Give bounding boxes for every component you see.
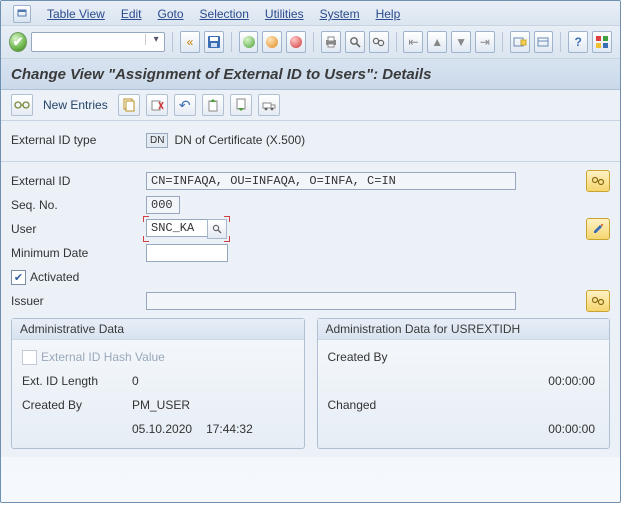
menu-goto[interactable]: Goto — [158, 7, 184, 21]
divider — [1, 161, 620, 162]
user-field-focus — [146, 219, 227, 239]
created-by-label: Created By — [22, 398, 132, 412]
nav-exit-icon[interactable] — [262, 31, 282, 53]
created-by-value: PM_USER — [132, 398, 190, 412]
prev-page-icon[interactable]: ▲ — [427, 31, 447, 53]
min-date-label: Minimum Date — [11, 246, 146, 260]
panels: Administrative Data External ID Hash Val… — [11, 318, 610, 449]
separator — [172, 32, 173, 52]
new-session-icon[interactable] — [510, 31, 530, 53]
issuer-expand-icon[interactable] — [586, 290, 610, 312]
user-search-help-icon[interactable] — [207, 219, 227, 239]
issuer-field[interactable] — [146, 292, 516, 310]
enter-button[interactable]: ✔ — [9, 32, 27, 52]
issuer-label: Issuer — [11, 294, 146, 308]
seq-no-label: Seq. No. — [11, 198, 146, 212]
ext-id-type-desc: DN of Certificate (X.500) — [174, 133, 305, 147]
sap-window: Table View Edit Goto Selection Utilities… — [0, 0, 621, 503]
min-date-field[interactable] — [146, 244, 228, 262]
ext-id-type-label: External ID type — [11, 133, 146, 147]
changed-time: 00:00:00 — [548, 422, 595, 436]
separator — [231, 32, 232, 52]
separator — [313, 32, 314, 52]
layout-icon[interactable] — [592, 31, 612, 53]
ext-id-type-code: DN — [146, 133, 168, 148]
next-entry-icon[interactable] — [230, 94, 252, 116]
created-date: 05.10.2020 — [132, 422, 192, 436]
back-icon[interactable]: « — [180, 31, 200, 53]
separator — [396, 32, 397, 52]
page-title-bar: Change View "Assignment of External ID t… — [1, 59, 620, 90]
ext-len-value: 0 — [132, 374, 139, 388]
changed-label: Changed — [328, 398, 428, 412]
transport-icon[interactable] — [258, 94, 280, 116]
ext-len-label: Ext. ID Length — [22, 374, 132, 388]
first-page-icon[interactable]: ⇤ — [403, 31, 423, 53]
menu-utilities[interactable]: Utilities — [265, 7, 304, 21]
panel-admin-data: Administrative Data External ID Hash Val… — [11, 318, 305, 449]
external-id-field[interactable] — [146, 172, 516, 190]
nav-back-icon[interactable] — [239, 31, 259, 53]
save-icon[interactable] — [204, 31, 224, 53]
copy-icon[interactable] — [118, 94, 140, 116]
user-edit-icon[interactable] — [586, 218, 610, 240]
panel-usr-title: Administration Data for USREXTIDH — [318, 319, 610, 340]
next-page-icon[interactable]: ▼ — [451, 31, 471, 53]
help-icon[interactable]: ? — [568, 31, 588, 53]
menu-edit[interactable]: Edit — [121, 7, 142, 21]
separator — [560, 32, 561, 52]
created-time: 17:44:32 — [206, 422, 253, 436]
command-field[interactable] — [31, 32, 165, 52]
menu-help[interactable]: Help — [376, 7, 401, 21]
created-by2-label: Created By — [328, 350, 428, 364]
undo-icon[interactable]: ↶ — [174, 94, 196, 116]
separator — [502, 32, 503, 52]
find-icon[interactable] — [345, 31, 365, 53]
activated-checkbox[interactable]: ✔ — [11, 270, 26, 285]
new-entries-button[interactable]: New Entries — [39, 98, 112, 112]
find-next-icon[interactable] — [369, 31, 389, 53]
external-id-label: External ID — [11, 174, 146, 188]
user-label: User — [11, 222, 146, 236]
user-field[interactable] — [146, 219, 208, 237]
hash-label: External ID Hash Value — [41, 350, 165, 364]
body: External ID type DN DN of Certificate (X… — [1, 121, 620, 457]
component-toolbar: New Entries ↶ — [1, 90, 620, 121]
panel-usr-extidh: Administration Data for USREXTIDH Create… — [317, 318, 611, 449]
page-title: Change View "Assignment of External ID t… — [11, 66, 431, 83]
app-menu-icon[interactable] — [13, 5, 31, 23]
created-time2: 00:00:00 — [548, 374, 595, 388]
external-id-expand-icon[interactable] — [586, 170, 610, 192]
hash-checkbox — [22, 350, 37, 365]
menubar: Table View Edit Goto Selection Utilities… — [1, 1, 620, 26]
print-icon[interactable] — [321, 31, 341, 53]
glasses-icon[interactable] — [11, 94, 33, 116]
seq-no-field[interactable] — [146, 196, 180, 214]
delete-icon[interactable] — [146, 94, 168, 116]
standard-toolbar: ✔ « ⇤ ▲ ▼ ⇥ ? — [1, 26, 620, 59]
menu-table-view[interactable]: Table View — [47, 7, 105, 21]
nav-cancel-icon[interactable] — [286, 31, 306, 53]
last-page-icon[interactable]: ⇥ — [475, 31, 495, 53]
activated-label: Activated — [30, 270, 79, 284]
shortcut-icon[interactable] — [534, 31, 554, 53]
menu-selection[interactable]: Selection — [200, 7, 249, 21]
menu-system[interactable]: System — [320, 7, 360, 21]
panel-admin-title: Administrative Data — [12, 319, 304, 340]
prev-entry-icon[interactable] — [202, 94, 224, 116]
